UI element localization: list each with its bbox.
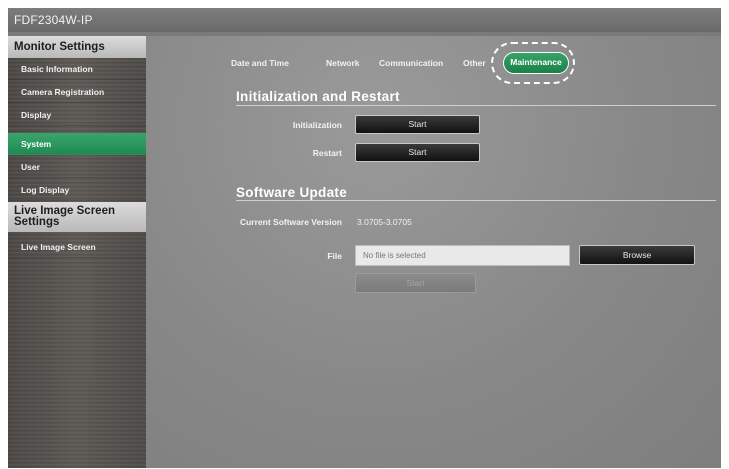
initialization-restart-title: Initialization and Restart — [236, 89, 400, 104]
restart-label: Restart — [312, 148, 342, 158]
tab-communication[interactable]: Communication — [379, 58, 443, 68]
restart-start-label: Start — [408, 147, 427, 157]
section-divider — [236, 200, 716, 201]
initialization-start-label: Start — [408, 119, 427, 129]
file-input[interactable]: No file is selected — [355, 245, 570, 266]
browse-button-label: Browse — [622, 250, 652, 260]
sidebar-item-label: Log Display — [21, 185, 70, 195]
sidebar-item-display[interactable]: Display — [8, 104, 146, 126]
main-content: Date and Time Network Communication Othe… — [146, 36, 721, 468]
sidebar-item-label: Live Image Screen — [21, 242, 96, 252]
tab-maintenance[interactable]: Maintenance — [503, 52, 569, 74]
initialization-start-button[interactable]: Start — [355, 115, 480, 134]
live-image-screen-settings-header[interactable]: Live Image Screen Settings — [8, 202, 146, 232]
section-divider — [236, 105, 716, 106]
monitor-settings-header-label: Monitor Settings — [14, 41, 105, 53]
sidebar-item-system[interactable]: System — [8, 133, 146, 155]
file-input-placeholder: No file is selected — [363, 251, 426, 260]
software-update-start-button[interactable]: Start — [355, 273, 476, 293]
sidebar-item-camera-registration[interactable]: Camera Registration — [8, 81, 146, 103]
sidebar-item-basic-information[interactable]: Basic Information — [8, 58, 146, 80]
tab-date-and-time[interactable]: Date and Time — [231, 58, 289, 68]
window-title-bar: FDF2304W-IP — [8, 8, 721, 32]
sidebar-item-label: System — [21, 139, 52, 149]
sidebar-item-label: Camera Registration — [21, 87, 105, 97]
current-software-version-value: 3.0705-3.0705 — [357, 217, 412, 227]
sidebar-item-live-image-screen[interactable]: Live Image Screen — [8, 236, 146, 258]
sidebar: Monitor Settings Basic Information Camer… — [8, 36, 146, 468]
restart-start-button[interactable]: Start — [355, 143, 480, 162]
software-update-title: Software Update — [236, 185, 348, 200]
sidebar-item-log-display[interactable]: Log Display — [8, 179, 146, 201]
app-window: FDF2304W-IP Monitor Settings Basic Infor… — [8, 8, 721, 468]
tab-maintenance-label: Maintenance — [510, 57, 562, 67]
file-label: File — [327, 251, 342, 261]
software-update-start-label: Start — [406, 278, 425, 288]
current-software-version-label: Current Software Version — [239, 217, 342, 227]
sidebar-item-label: User — [21, 162, 40, 172]
tab-network[interactable]: Network — [326, 58, 360, 68]
monitor-settings-header[interactable]: Monitor Settings — [8, 36, 146, 58]
live-image-header-label: Live Image Screen Settings — [14, 205, 115, 228]
tab-other[interactable]: Other — [463, 58, 486, 68]
browse-button[interactable]: Browse — [579, 245, 695, 265]
sidebar-item-user[interactable]: User — [8, 156, 146, 178]
sidebar-item-label: Basic Information — [21, 64, 93, 74]
window-title: FDF2304W-IP — [14, 13, 93, 27]
sidebar-item-label: Display — [21, 110, 52, 120]
initialization-label: Initialization — [292, 120, 342, 130]
